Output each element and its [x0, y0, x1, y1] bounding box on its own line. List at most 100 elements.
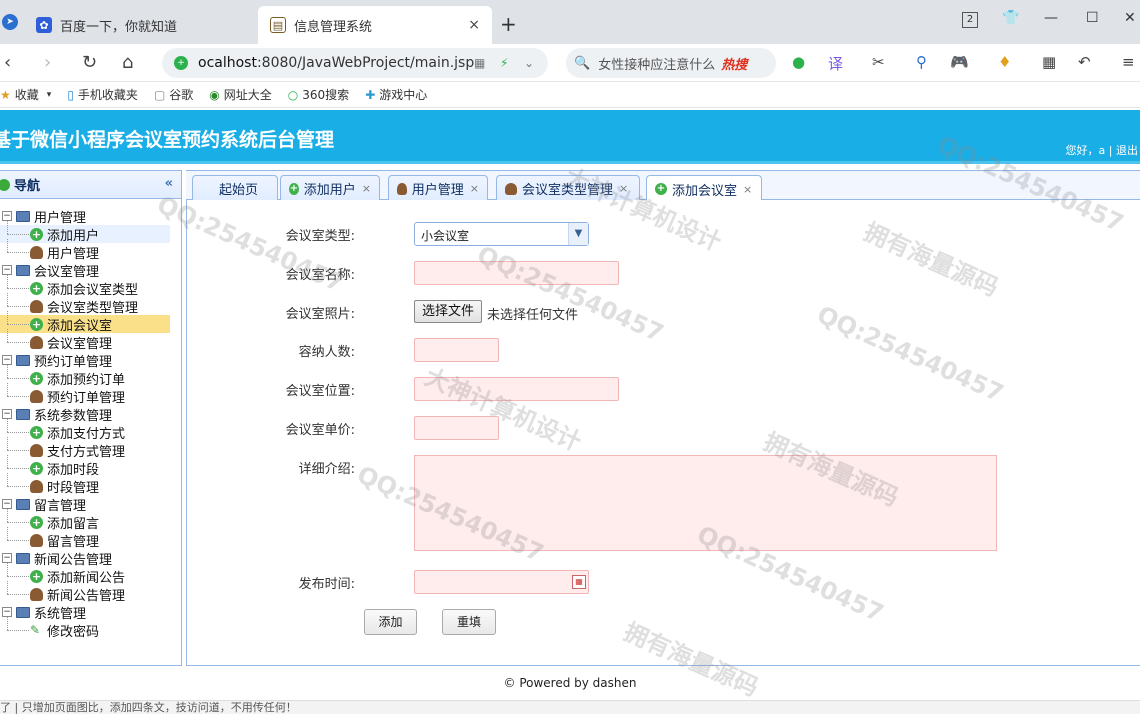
scissors-icon[interactable]: ✂	[872, 53, 885, 71]
computer-icon	[16, 354, 30, 366]
nav-group[interactable]: − 系统管理	[0, 603, 181, 622]
search-box[interactable]: 🔍 女性接种应注意什么 热搜	[566, 48, 776, 78]
home-icon[interactable]: ⌂	[122, 52, 133, 73]
magnifier-icon[interactable]: ⚲	[916, 53, 927, 71]
bookmark-item[interactable]: ▯ 手机收藏夹	[67, 86, 138, 103]
url-bar[interactable]: + ocalhost:8080/JavaWebProject/main.jsp …	[162, 48, 548, 78]
pencil-icon: ✎	[30, 622, 41, 637]
browser-tab-baidu[interactable]: ✿ 百度一下，你就知道	[36, 6, 254, 44]
bookmark-item[interactable]: ○ 360搜索	[288, 86, 349, 103]
sidebar-item[interactable]: + 添加支付方式	[0, 419, 181, 442]
tab-user-manage[interactable]: 用户管理 ×	[388, 175, 488, 201]
close-icon[interactable]: ×	[362, 182, 371, 195]
sidebar-item-label: 时段管理	[47, 480, 100, 496]
gamepad-icon[interactable]: 🎮	[950, 53, 969, 71]
close-window-icon[interactable]: ✕	[1124, 10, 1136, 26]
sidebar-item[interactable]: 留言管理	[0, 527, 181, 550]
undo-icon[interactable]: ↶	[1078, 53, 1091, 71]
sidebar-item[interactable]: + 添加时段	[0, 455, 181, 478]
sidebar-item[interactable]: + 添加会议室	[0, 311, 170, 334]
close-tab-icon[interactable]: ×	[468, 17, 480, 33]
sidebar-item[interactable]: 预约订单管理	[0, 383, 181, 406]
nav-group[interactable]: − 系统参数管理	[0, 405, 181, 424]
calendar-icon[interactable]: ▦	[572, 575, 586, 589]
add-button[interactable]: 添加	[364, 609, 417, 635]
forward-icon[interactable]: ›	[44, 52, 51, 73]
nav-group[interactable]: − 会议室管理	[0, 261, 181, 280]
sidebar-item[interactable]: 时段管理	[0, 473, 181, 496]
maximize-icon[interactable]: ☐	[1086, 10, 1099, 26]
sidebar-item-label: 会议室管理	[47, 336, 113, 352]
sidebar-item[interactable]: + 添加会议室类型	[0, 275, 181, 298]
tab-count-badge[interactable]: 2	[962, 12, 978, 28]
menu-icon[interactable]: ≡	[1122, 53, 1135, 71]
reset-button[interactable]: 重填	[442, 609, 496, 635]
bookmark-item[interactable]: ✚ 游戏中心	[365, 86, 427, 103]
add-icon: +	[289, 182, 299, 195]
minimize-icon[interactable]: —	[1044, 10, 1058, 26]
wechat-icon[interactable]: ●	[792, 53, 805, 71]
sidebar-item[interactable]: 会议室管理	[0, 329, 181, 352]
shirt-icon[interactable]: 👕	[1002, 10, 1019, 26]
location-input[interactable]	[414, 377, 619, 401]
lightning-icon[interactable]: ⚡	[500, 56, 508, 70]
new-tab-button[interactable]: +	[500, 12, 517, 36]
toggle-icon[interactable]: −	[2, 409, 12, 419]
chevron-down-icon[interactable]: ⌄	[524, 56, 534, 70]
tab-add-room[interactable]: + 添加会议室 ×	[646, 175, 762, 202]
nav-group[interactable]: − 用户管理	[0, 207, 181, 226]
bookmark-item[interactable]: ◉ 网址大全	[209, 86, 272, 103]
browser-tab-active[interactable]: ▤ 信息管理系统 ×	[258, 6, 492, 44]
publish-time-input[interactable]: ▦	[414, 570, 589, 594]
bookmark-item[interactable]: ★ 收藏 ▾	[0, 86, 51, 103]
price-input[interactable]	[414, 416, 499, 440]
bookmark-item[interactable]: ▢ 谷歌	[154, 86, 193, 103]
user-greeting[interactable]: 您好，a | 退出	[1066, 142, 1138, 158]
toggle-icon[interactable]: −	[2, 499, 12, 509]
toggle-icon[interactable]: −	[2, 553, 12, 563]
toggle-icon[interactable]: −	[2, 355, 12, 365]
nav-group-label: 会议室管理	[34, 264, 100, 280]
sidebar-item[interactable]: 用户管理	[0, 239, 181, 262]
room-type-label: 会议室类型:	[285, 229, 355, 244]
tab-room-type-manage[interactable]: 会议室类型管理 ×	[496, 175, 640, 201]
sidebar-item[interactable]: + 添加新闻公告	[0, 563, 181, 586]
sidebar-item[interactable]: + 添加用户	[0, 221, 170, 244]
collapse-icon[interactable]: «	[165, 176, 173, 191]
nav-group[interactable]: − 预约订单管理	[0, 351, 181, 370]
choose-file-button[interactable]: 选择文件	[414, 300, 483, 323]
browser-logo-icon[interactable]: ➤	[2, 14, 18, 30]
close-icon[interactable]: ×	[619, 182, 628, 195]
hot-search-label[interactable]: 热搜	[721, 54, 747, 73]
toggle-icon[interactable]: −	[2, 211, 12, 221]
coin-icon[interactable]: ♦	[998, 53, 1011, 71]
refresh-icon[interactable]: ↻	[82, 52, 97, 73]
room-name-label: 会议室名称:	[285, 268, 355, 283]
description-textarea[interactable]	[414, 455, 997, 551]
add-icon: +	[30, 515, 43, 529]
capacity-input[interactable]	[414, 338, 499, 362]
back-icon[interactable]: ‹	[4, 52, 11, 73]
sidebar-item[interactable]: + 添加留言	[0, 509, 181, 532]
toggle-icon[interactable]: −	[2, 265, 12, 275]
tab-add-user[interactable]: + 添加用户 ×	[280, 175, 380, 201]
sidebar-item[interactable]: 支付方式管理	[0, 437, 181, 460]
sidebar-item[interactable]: 会议室类型管理	[0, 293, 181, 316]
nav-group[interactable]: − 留言管理	[0, 495, 181, 514]
sidebar-item-label: 用户管理	[47, 246, 100, 262]
room-type-select[interactable]: 小会议室 ▼	[414, 222, 589, 246]
toggle-icon[interactable]: −	[2, 607, 12, 617]
sidebar-item[interactable]: 新闻公告管理	[0, 581, 181, 604]
grid-icon[interactable]: ▦	[1042, 53, 1056, 71]
location-label: 会议室位置:	[285, 384, 355, 399]
translate-icon[interactable]: 译	[828, 53, 843, 74]
room-name-input[interactable]	[414, 261, 619, 285]
nav-group[interactable]: − 新闻公告管理	[0, 549, 181, 568]
sidebar-item[interactable]: ✎ 修改密码	[0, 617, 181, 640]
close-icon[interactable]: ×	[743, 183, 752, 196]
tab-home[interactable]: 起始页	[192, 175, 278, 201]
sidebar-item-label: 添加留言	[47, 516, 100, 532]
close-icon[interactable]: ×	[470, 182, 479, 195]
qr-icon[interactable]: ▦	[474, 56, 485, 70]
sidebar-item[interactable]: + 添加预约订单	[0, 365, 181, 388]
